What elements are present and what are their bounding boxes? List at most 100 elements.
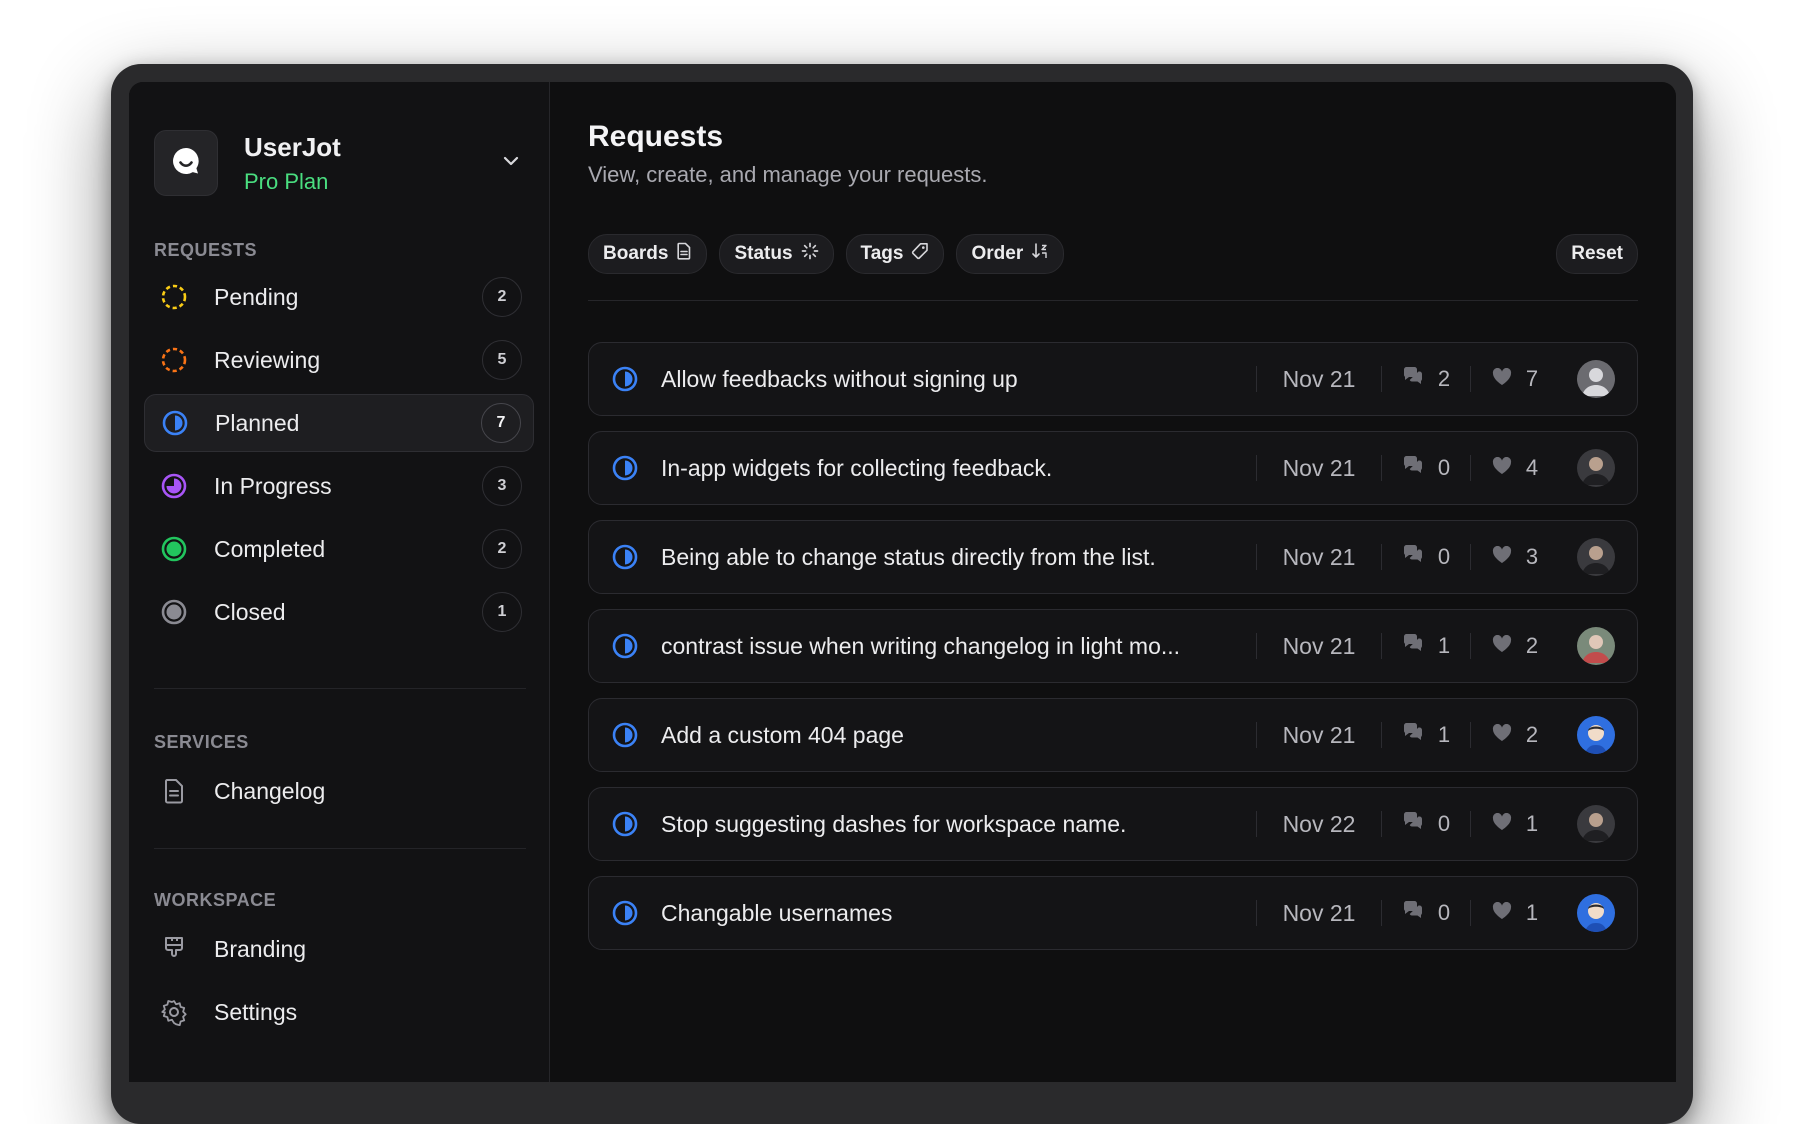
chat-bubble-smile-icon xyxy=(169,144,203,183)
app-window: UserJot Pro Plan REQUESTS Pending 2 Revi… xyxy=(129,82,1676,1082)
boards-filter-button[interactable]: Boards xyxy=(588,234,708,274)
request-row[interactable]: In-app widgets for collecting feedback. … xyxy=(588,431,1638,505)
avatar[interactable] xyxy=(1577,894,1615,932)
order-filter-button[interactable]: Order xyxy=(956,234,1065,274)
avatar[interactable] xyxy=(1577,449,1615,487)
sidebar-divider xyxy=(154,848,526,849)
planned-half-circle-icon[interactable] xyxy=(611,454,639,482)
request-row[interactable]: Allow feedbacks without signing up Nov 2… xyxy=(588,342,1638,416)
loader-icon xyxy=(801,242,819,266)
vote-count[interactable]: 2 xyxy=(1471,633,1559,659)
count-badge: 7 xyxy=(481,403,521,443)
planned-half-circle-icon[interactable] xyxy=(611,721,639,749)
comments-icon xyxy=(1402,544,1424,570)
vote-count-value: 2 xyxy=(1525,722,1539,747)
request-date: Nov 21 xyxy=(1282,721,1356,748)
comments-icon xyxy=(1402,633,1424,659)
request-row[interactable]: Being able to change status directly fro… xyxy=(588,520,1638,594)
heart-icon xyxy=(1492,633,1512,659)
sidebar-item-closed[interactable]: Closed 1 xyxy=(144,583,534,641)
vote-count[interactable]: 2 xyxy=(1471,722,1559,748)
comment-count-value: 1 xyxy=(1437,633,1451,658)
count-badge: 2 xyxy=(482,277,522,317)
request-row[interactable]: Add a custom 404 page Nov 21 1 2 xyxy=(588,698,1638,772)
request-row[interactable]: Changable usernames Nov 21 0 1 xyxy=(588,876,1638,950)
document-icon xyxy=(676,242,692,266)
avatar[interactable] xyxy=(1577,538,1615,576)
sidebar-item-label: Completed xyxy=(214,535,326,562)
vote-count[interactable]: 7 xyxy=(1471,366,1559,392)
sidebar-item-label: Branding xyxy=(214,935,307,962)
request-date: Nov 21 xyxy=(1282,632,1356,659)
sidebar-item-pending[interactable]: Pending 2 xyxy=(144,268,534,326)
workspace-name: UserJot xyxy=(244,131,341,162)
request-date: Nov 21 xyxy=(1282,454,1356,481)
pending-dashed-circle-icon xyxy=(160,283,188,311)
page-title: Requests xyxy=(588,120,724,153)
status-filter-button[interactable]: Status xyxy=(719,234,834,274)
sidebar-item-reviewing[interactable]: Reviewing 5 xyxy=(144,331,534,389)
comment-count-value: 0 xyxy=(1437,455,1451,480)
sidebar-item-in-progress[interactable]: In Progress 3 xyxy=(144,457,534,515)
request-title: Changable usernames xyxy=(661,899,893,926)
sort-icon xyxy=(1031,242,1049,266)
comment-count: 1 xyxy=(1382,722,1470,748)
gear-icon xyxy=(160,998,188,1026)
header-divider xyxy=(588,300,1638,301)
workspace-switcher[interactable]: UserJot Pro Plan xyxy=(154,130,526,196)
vote-count-value: 7 xyxy=(1525,366,1539,391)
in-progress-circle-icon xyxy=(160,472,188,500)
request-row[interactable]: Stop suggesting dashes for workspace nam… xyxy=(588,787,1638,861)
count-badge: 1 xyxy=(482,592,522,632)
sidebar-item-changelog[interactable]: Changelog xyxy=(144,762,534,820)
request-date: Nov 21 xyxy=(1282,365,1356,392)
vote-count[interactable]: 1 xyxy=(1471,900,1559,926)
planned-half-circle-icon[interactable] xyxy=(611,543,639,571)
sidebar-item-branding[interactable]: Branding xyxy=(144,920,534,978)
request-row[interactable]: contrast issue when writing changelog in… xyxy=(588,609,1638,683)
avatar[interactable] xyxy=(1577,627,1615,665)
vote-count[interactable]: 4 xyxy=(1471,455,1559,481)
planned-half-circle-icon[interactable] xyxy=(611,632,639,660)
workspace-plan: Pro Plan xyxy=(244,168,329,194)
avatar[interactable] xyxy=(1577,360,1615,398)
comment-count: 0 xyxy=(1382,544,1470,570)
filter-label: Tags xyxy=(860,243,904,264)
chevron-down-icon[interactable] xyxy=(500,150,522,177)
filter-label: Order xyxy=(971,243,1024,264)
request-title: Add a custom 404 page xyxy=(661,721,904,748)
tag-icon xyxy=(911,242,929,266)
vote-count[interactable]: 1 xyxy=(1471,811,1559,837)
vote-count[interactable]: 3 xyxy=(1471,544,1559,570)
sidebar-item-settings[interactable]: Settings xyxy=(144,983,534,1041)
vote-count-value: 3 xyxy=(1525,544,1539,569)
sidebar: UserJot Pro Plan REQUESTS Pending 2 Revi… xyxy=(129,82,550,1082)
sidebar-item-completed[interactable]: Completed 2 xyxy=(144,520,534,578)
reset-button[interactable]: Reset xyxy=(1556,234,1638,274)
planned-half-circle-icon[interactable] xyxy=(611,899,639,927)
request-date: Nov 21 xyxy=(1282,543,1356,570)
services-nav: Changelog xyxy=(144,762,534,825)
closed-circle-icon xyxy=(160,598,188,626)
vote-count-value: 2 xyxy=(1525,633,1539,658)
sidebar-divider xyxy=(154,688,526,689)
sidebar-item-label: Reviewing xyxy=(214,346,321,373)
comments-icon xyxy=(1402,366,1424,392)
status-nav: Pending 2 Reviewing 5 Planned 7 In Progr… xyxy=(144,268,534,646)
request-list: Allow feedbacks without signing up Nov 2… xyxy=(588,342,1638,965)
vote-count-value: 4 xyxy=(1525,455,1539,480)
planned-half-circle-icon[interactable] xyxy=(611,365,639,393)
vote-count-value: 1 xyxy=(1525,900,1539,925)
page-subtitle: View, create, and manage your requests. xyxy=(588,162,988,187)
reviewing-dashed-circle-icon xyxy=(160,346,188,374)
tags-filter-button[interactable]: Tags xyxy=(845,234,945,274)
avatar[interactable] xyxy=(1577,716,1615,754)
request-title: Stop suggesting dashes for workspace nam… xyxy=(661,810,1127,837)
avatar[interactable] xyxy=(1577,805,1615,843)
sidebar-item-planned[interactable]: Planned 7 xyxy=(144,394,534,452)
filter-label: Boards xyxy=(603,243,669,264)
sidebar-item-label: In Progress xyxy=(214,472,332,499)
planned-half-circle-icon[interactable] xyxy=(611,810,639,838)
comment-count: 0 xyxy=(1382,811,1470,837)
comment-count-value: 0 xyxy=(1437,544,1451,569)
